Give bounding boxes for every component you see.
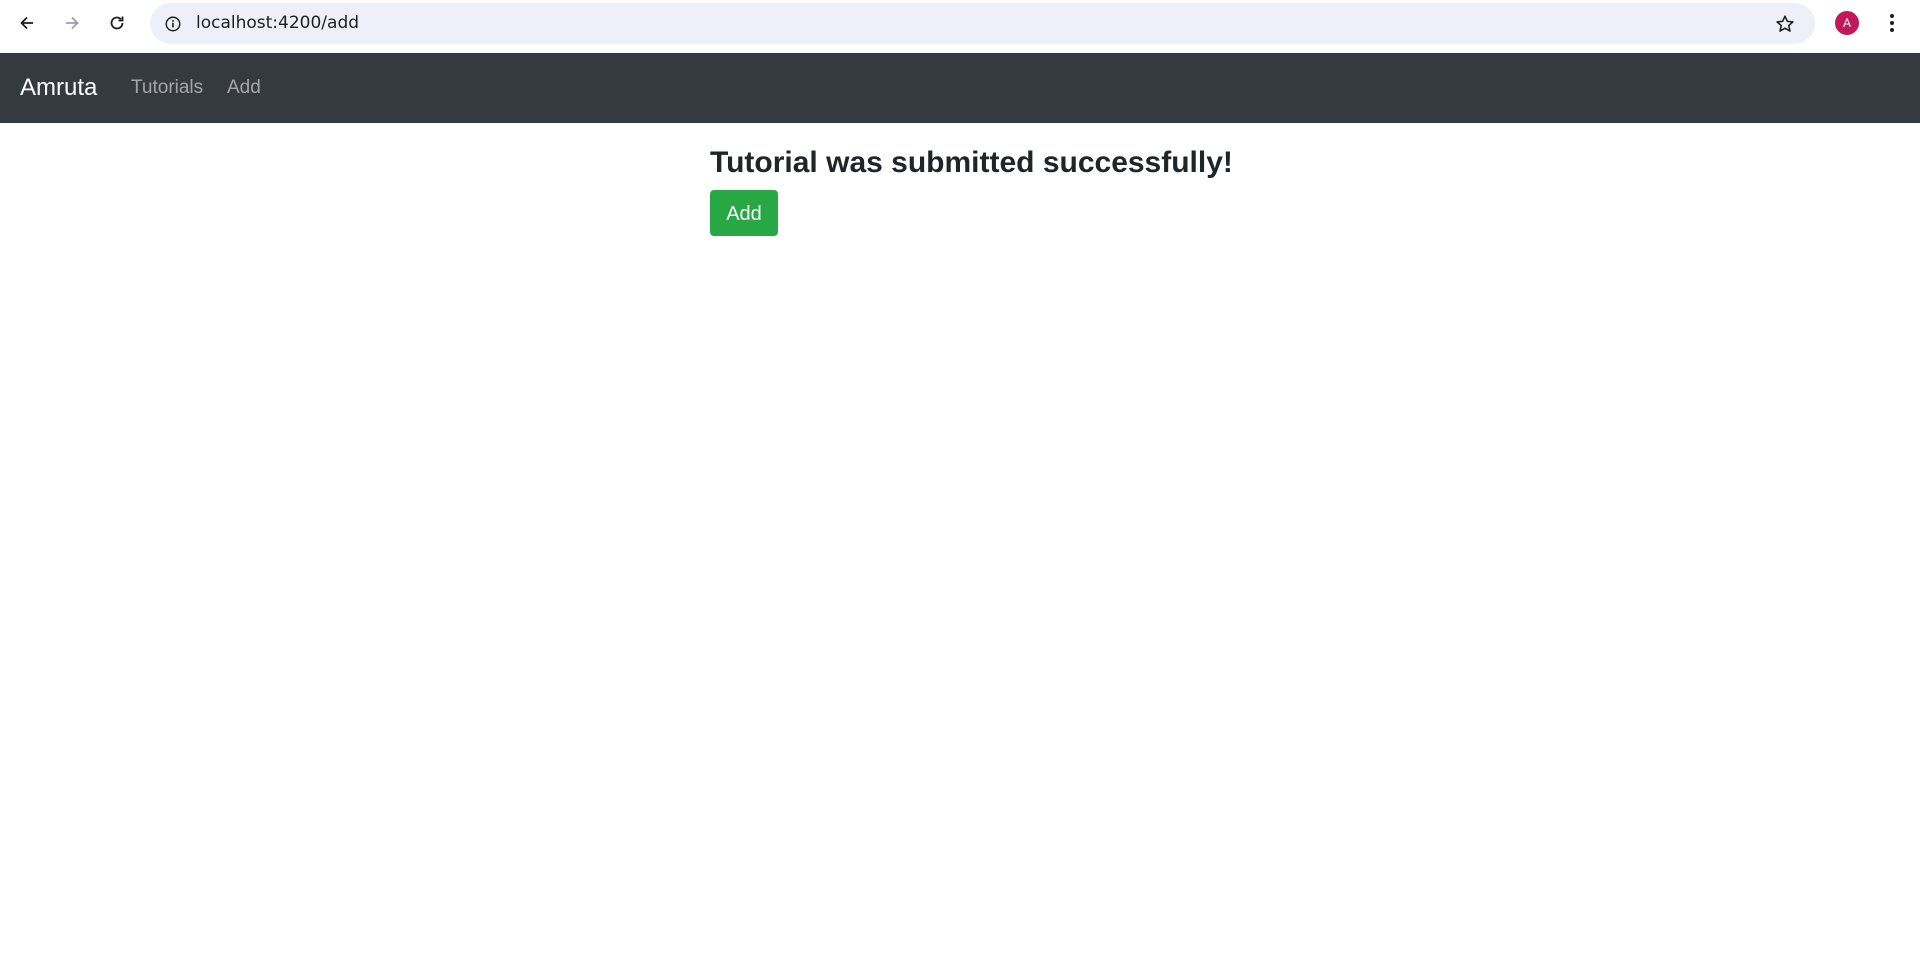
star-icon[interactable]	[1773, 12, 1797, 36]
forward-button[interactable]	[55, 6, 89, 40]
browser-toolbar: localhost:4200/add A	[0, 0, 1920, 53]
back-button[interactable]	[10, 6, 44, 40]
info-icon[interactable]	[162, 13, 183, 34]
navbar-brand[interactable]: Amruta	[20, 53, 97, 123]
kebab-menu-icon[interactable]	[1880, 10, 1904, 36]
reload-button[interactable]	[100, 6, 134, 40]
address-bar[interactable]: localhost:4200/add	[150, 3, 1815, 44]
profile-avatar[interactable]: A	[1835, 11, 1859, 35]
url-text[interactable]: localhost:4200/add	[196, 3, 359, 44]
back-arrow-icon	[20, 16, 33, 30]
reload-icon	[110, 16, 124, 30]
app-navbar: Amruta Tutorials Add	[0, 53, 1920, 123]
nav-link-tutorials[interactable]: Tutorials	[131, 53, 203, 123]
success-message: Tutorial was submitted successfully!	[710, 146, 1233, 179]
forward-arrow-icon	[66, 16, 79, 30]
add-button[interactable]: Add	[710, 190, 778, 236]
main-content: Tutorial was submitted successfully! Add	[710, 140, 1233, 236]
nav-link-add[interactable]: Add	[227, 53, 261, 123]
